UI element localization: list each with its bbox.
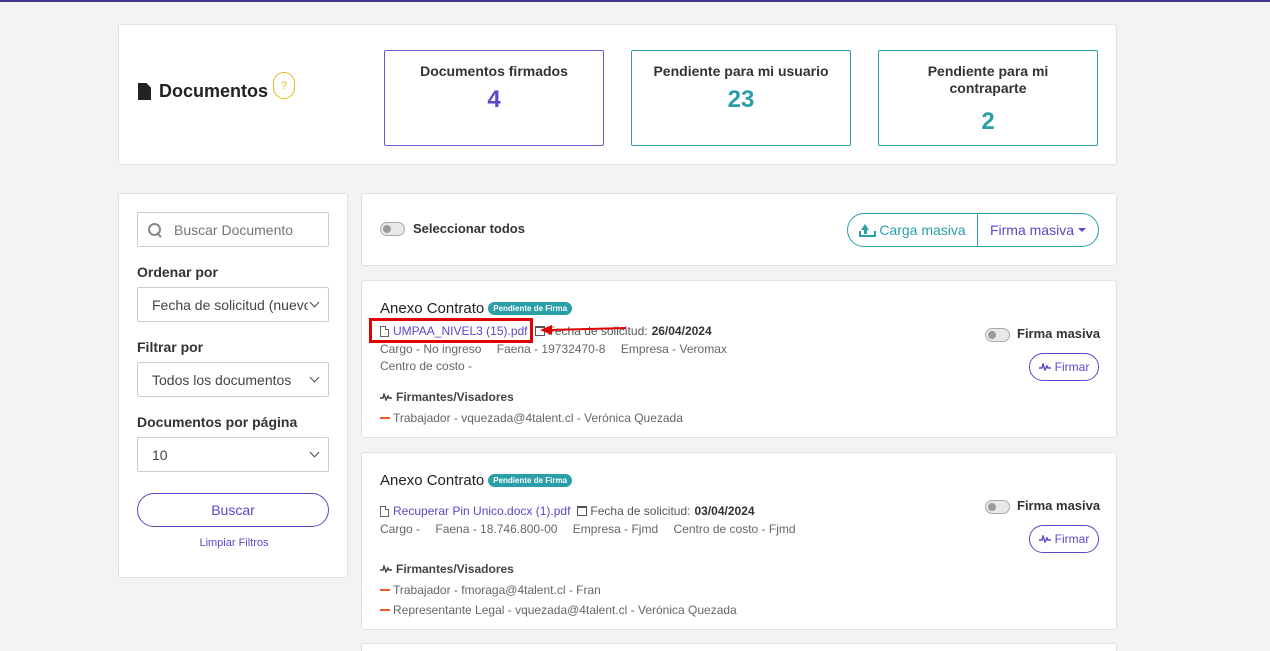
signer-row: Trabajador - vquezada@4talent.cl - Verón… xyxy=(380,411,683,425)
search-box[interactable] xyxy=(137,212,329,247)
calendar-icon xyxy=(577,506,588,516)
search-input[interactable] xyxy=(174,221,324,238)
bulk-sign-toggle[interactable] xyxy=(985,500,1010,514)
document-title: Anexo Contrato xyxy=(380,300,485,317)
filter-label: Filtrar por xyxy=(137,339,204,355)
chevron-down-icon xyxy=(308,297,322,311)
signers-heading: Firmantes/Visadores xyxy=(380,390,514,404)
summary-header: Documentos ? Documentos firmados 4 Pendi… xyxy=(118,24,1117,165)
annotation-arrow-icon xyxy=(540,325,627,335)
order-select[interactable]: Fecha de solicitud (nuevo xyxy=(137,287,329,322)
document-card: Anexo Contrato Pendiente de Firma Recupe… xyxy=(361,452,1117,630)
order-label: Ordenar por xyxy=(137,264,218,280)
page-title: Documentos xyxy=(138,81,268,102)
status-badge: Pendiente de Firma xyxy=(488,302,573,315)
file-icon xyxy=(380,505,389,517)
document-card xyxy=(361,643,1117,651)
filters-panel: Ordenar por Fecha de solicitud (nuevo Fi… xyxy=(118,193,348,578)
request-date-label: Fecha de solicitud: xyxy=(590,504,691,518)
sign-button[interactable]: Firmar xyxy=(1029,353,1099,381)
signature-icon xyxy=(1038,363,1051,371)
stat-pending-counterpart[interactable]: Pendiente para mi contraparte 2 xyxy=(878,50,1098,146)
bulk-sign-label: Firma masiva xyxy=(1017,498,1101,513)
stat-pending-user[interactable]: Pendiente para mi usuario 23 xyxy=(631,50,851,146)
per-page-select[interactable]: 10 xyxy=(137,437,329,472)
highlight-box xyxy=(369,318,533,343)
signature-icon xyxy=(1038,535,1051,543)
upload-icon xyxy=(859,223,877,237)
chevron-down-icon xyxy=(308,372,322,386)
select-all-label: Seleccionar todos xyxy=(413,221,525,236)
stat-signed-documents[interactable]: Documentos firmados 4 xyxy=(384,50,604,146)
signer-status-dash xyxy=(380,589,390,591)
per-page-label: Documentos por página xyxy=(137,414,298,430)
bulk-sign-dropdown[interactable]: Firma masiva xyxy=(978,214,1098,246)
filter-select[interactable]: Todos los documentos xyxy=(137,362,329,397)
select-all-toggle[interactable] xyxy=(380,222,405,236)
request-date-value: 03/04/2024 xyxy=(694,504,755,518)
signer-status-dash xyxy=(380,417,390,419)
bulk-sign-label: Firma masiva xyxy=(1017,326,1101,341)
search-icon xyxy=(148,222,162,237)
signer-row: Trabajador - fmoraga@4talent.cl - Fran xyxy=(380,583,601,597)
document-meta: Cargo - No ingreso Faena - 19732470-8 Em… xyxy=(380,342,727,356)
signature-icon xyxy=(380,565,392,573)
document-file-link[interactable]: Recuperar Pin Unico.docx (1).pdf xyxy=(393,504,570,518)
signer-row: Representante Legal - vquezada@4talent.c… xyxy=(380,603,737,617)
signer-status-dash xyxy=(380,609,390,611)
chevron-down-icon xyxy=(308,447,322,461)
documents-toolbar: Seleccionar todos Carga masiva Firma mas… xyxy=(361,193,1117,266)
document-title: Anexo Contrato xyxy=(380,472,485,489)
bulk-sign-toggle[interactable] xyxy=(985,328,1010,342)
signature-icon xyxy=(380,393,392,401)
document-icon xyxy=(138,83,151,100)
status-badge: Pendiente de Firma xyxy=(488,474,573,487)
top-accent-line xyxy=(0,0,1270,2)
clear-filters-link[interactable]: Limpiar Filtros xyxy=(119,537,349,549)
document-card: Anexo Contrato Pendiente de Firma UMPAA_… xyxy=(361,280,1117,438)
document-meta: Cargo - Faena - 18.746.800-00 Empresa - … xyxy=(380,522,796,536)
bulk-actions-group: Carga masiva Firma masiva xyxy=(847,213,1099,247)
caret-down-icon xyxy=(1078,228,1086,232)
cost-center: Centro de costo - xyxy=(380,359,473,373)
help-icon[interactable]: ? xyxy=(273,72,295,99)
sign-button[interactable]: Firmar xyxy=(1029,525,1099,553)
signers-heading: Firmantes/Visadores xyxy=(380,562,514,576)
request-date-value: 26/04/2024 xyxy=(651,324,712,338)
search-button[interactable]: Buscar xyxy=(137,493,329,527)
bulk-upload-button[interactable]: Carga masiva xyxy=(848,214,978,246)
